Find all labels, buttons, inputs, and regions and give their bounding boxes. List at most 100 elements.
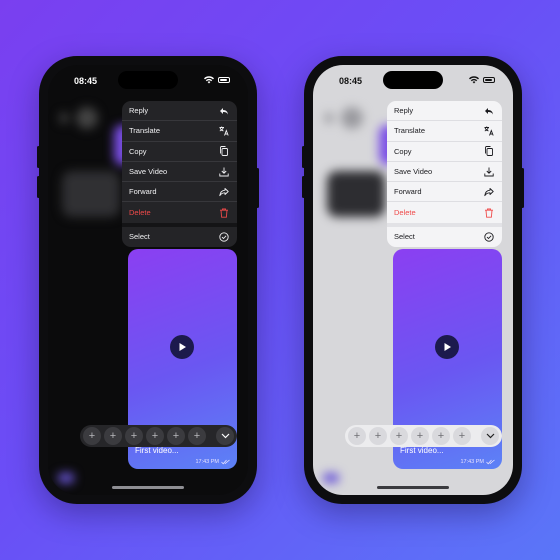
volume-button — [302, 176, 305, 198]
translate-icon — [484, 126, 494, 136]
trash-icon — [484, 208, 494, 218]
expand-reactions-button[interactable] — [216, 427, 234, 445]
plus-icon: + — [172, 429, 180, 442]
message-time: 17:43 PM — [195, 459, 219, 465]
video-caption: First video... — [400, 446, 444, 455]
add-reaction-button[interactable]: + — [432, 427, 450, 445]
menu-item-translate[interactable]: Translate — [122, 121, 237, 142]
plus-icon: + — [353, 429, 361, 442]
add-reaction-button[interactable]: + — [104, 427, 122, 445]
play-icon — [179, 343, 186, 351]
input-bar — [323, 473, 339, 483]
menu-item-select[interactable]: Select — [122, 227, 237, 247]
home-indicator — [112, 486, 184, 489]
menu-item-copy[interactable]: Copy — [387, 142, 502, 162]
volume-button — [302, 146, 305, 168]
status-time: 08:45 — [74, 76, 98, 86]
reaction-bar: + + + + + + — [80, 425, 237, 447]
download-icon — [219, 167, 229, 177]
double-check-icon — [486, 459, 495, 465]
status-time: 08:45 — [339, 76, 363, 86]
message-bubble — [327, 171, 385, 217]
add-reaction-button[interactable]: + — [348, 427, 366, 445]
message-bubble — [62, 171, 120, 217]
double-check-icon — [221, 459, 230, 465]
menu-item-label: Translate — [394, 126, 425, 136]
menu-item-save-video[interactable]: Save Video — [122, 162, 237, 183]
plus-icon: + — [130, 429, 138, 442]
menu-item-label: Reply — [129, 106, 149, 116]
plus-icon: + — [374, 429, 382, 442]
menu-item-copy[interactable]: Copy — [122, 142, 237, 162]
play-icon — [444, 343, 451, 351]
check-circle-icon — [219, 232, 229, 242]
menu-item-label: Copy — [129, 146, 147, 156]
menu-item-save-video[interactable]: Save Video — [387, 162, 502, 183]
plus-icon: + — [416, 429, 424, 442]
reaction-bar: + + + + + + — [345, 425, 502, 447]
dynamic-island — [383, 71, 443, 89]
screen: 08:45 Reply Translate Copy Save Video Fo… — [313, 65, 513, 495]
menu-item-label: Save Video — [129, 167, 168, 177]
add-reaction-button[interactable]: + — [83, 427, 101, 445]
plus-icon: + — [151, 429, 159, 442]
reply-icon — [219, 106, 229, 116]
forward-icon — [484, 187, 494, 197]
battery-icon — [483, 77, 495, 83]
menu-item-label: Select — [394, 232, 415, 242]
input-bar — [58, 473, 74, 483]
phone-dark-theme: 08:45 Reply Translate Copy Save Video Fo… — [37, 56, 259, 504]
add-reaction-button[interactable]: + — [125, 427, 143, 445]
volume-button — [37, 146, 40, 168]
menu-item-label: Reply — [394, 106, 414, 116]
menu-item-label: Forward — [129, 187, 157, 197]
volume-button — [37, 176, 40, 198]
play-button[interactable] — [435, 335, 459, 359]
context-menu: Reply Translate Copy Save Video Forward … — [387, 101, 502, 248]
forward-icon — [219, 187, 229, 197]
add-reaction-button[interactable]: + — [453, 427, 471, 445]
wifi-icon — [469, 76, 479, 84]
menu-item-reply[interactable]: Reply — [122, 101, 237, 122]
plus-icon: + — [437, 429, 445, 442]
chevron-down-icon — [486, 433, 494, 439]
plus-icon: + — [458, 429, 466, 442]
download-icon — [484, 167, 494, 177]
menu-item-forward[interactable]: Forward — [387, 182, 502, 203]
back-icon — [60, 113, 68, 123]
menu-item-label: Translate — [129, 126, 160, 136]
power-button — [521, 168, 524, 208]
video-caption: First video... — [135, 446, 179, 455]
check-circle-icon — [484, 232, 494, 242]
status-icons — [204, 76, 230, 84]
menu-item-label: Save Video — [394, 167, 433, 177]
plus-icon: + — [193, 429, 201, 442]
add-reaction-button[interactable]: + — [167, 427, 185, 445]
battery-icon — [218, 77, 230, 83]
message-timestamp: 17:43 PM — [195, 459, 230, 465]
plus-icon: + — [395, 429, 403, 442]
wifi-icon — [204, 76, 214, 84]
add-reaction-button[interactable]: + — [411, 427, 429, 445]
message-timestamp: 17:43 PM — [460, 459, 495, 465]
menu-item-delete[interactable]: Delete — [387, 202, 502, 222]
copy-icon — [484, 146, 494, 157]
message-time: 17:43 PM — [460, 459, 484, 465]
expand-reactions-button[interactable] — [481, 427, 499, 445]
play-button[interactable] — [170, 335, 194, 359]
menu-item-label: Select — [129, 232, 150, 242]
trash-icon — [219, 208, 229, 218]
phone-light-theme: 08:45 Reply Translate Copy Save Video Fo… — [302, 56, 524, 504]
menu-item-reply[interactable]: Reply — [387, 101, 502, 122]
add-reaction-button[interactable]: + — [369, 427, 387, 445]
home-indicator — [377, 486, 449, 489]
menu-item-label: Delete — [394, 208, 416, 218]
menu-item-select[interactable]: Select — [387, 227, 502, 247]
add-reaction-button[interactable]: + — [390, 427, 408, 445]
add-reaction-button[interactable]: + — [146, 427, 164, 445]
menu-item-translate[interactable]: Translate — [387, 121, 502, 142]
plus-icon: + — [88, 429, 96, 442]
menu-item-delete[interactable]: Delete — [122, 202, 237, 222]
menu-item-forward[interactable]: Forward — [122, 182, 237, 203]
add-reaction-button[interactable]: + — [188, 427, 206, 445]
